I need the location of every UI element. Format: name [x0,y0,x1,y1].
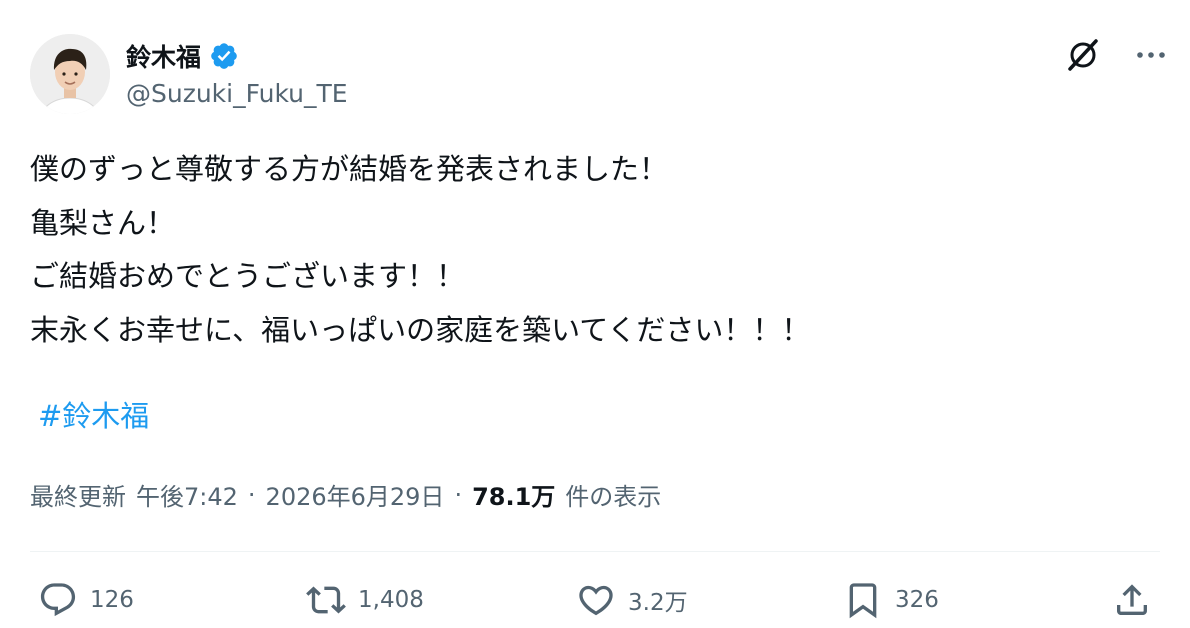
action-bar: 126 1,408 3.2万 326 [0,572,1190,628]
author-handle[interactable]: @Suzuki_Fuku_TE [126,79,348,108]
hashtag-link[interactable]: #鈴木福 [38,393,149,435]
tweet-line: 末永くお幸せに、福いっぱいの家庭を築いてください！！！ [30,312,811,347]
tweet-line: 亀梨さん！ [30,205,176,240]
tweet-line: 僕のずっと尊敬する方が結婚を発表されました！ [30,152,669,186]
updated-label: 最終更新 [30,483,126,511]
display-name[interactable]: 鈴木福 [126,38,201,74]
tweet-time[interactable]: 午後7:42 [136,477,238,512]
avatar[interactable] [30,34,110,114]
share-button[interactable] [1112,572,1152,628]
views-count[interactable]: 78.1万 [472,477,555,512]
reply-count: 126 [90,587,134,613]
repost-count: 1,408 [358,587,424,613]
repost-icon [306,586,346,614]
tweet-line: ご結婚おめでとうございます！！ [30,259,466,293]
tweet-meta: 最終更新 午後7:42 · 2026年6月29日 · 78.1万 件の表示 [30,477,661,512]
repost-button[interactable]: 1,408 [306,572,424,628]
grok-icon [1068,39,1098,71]
bookmark-icon [849,583,877,619]
author-name-row: 鈴木福 [126,36,239,76]
profile-photo [30,34,110,114]
like-count: 3.2万 [628,590,688,616]
meta-separator: · [454,480,463,509]
bookmark-button[interactable]: 326 [843,572,939,628]
bookmark-count: 326 [895,587,939,613]
grok-button[interactable] [1062,34,1104,76]
views-label: 件の表示 [565,483,662,511]
divider [30,551,1160,552]
reply-button[interactable]: 126 [38,572,134,628]
verified-badge-icon[interactable] [209,41,239,71]
more-button[interactable] [1130,34,1172,76]
tweet-text: 僕のずっと尊敬する方が結婚を発表されました！ 亀梨さん！ ご結婚おめでとうござい… [30,143,1150,357]
heart-icon [579,585,613,616]
meta-separator: · [247,480,256,509]
top-actions [1062,34,1172,76]
reply-icon [40,583,76,617]
more-horizontal-icon [1137,52,1165,58]
share-icon [1117,584,1147,615]
like-button[interactable]: 3.2万 [576,572,688,628]
tweet-date[interactable]: 2026年6月29日 [266,477,445,512]
